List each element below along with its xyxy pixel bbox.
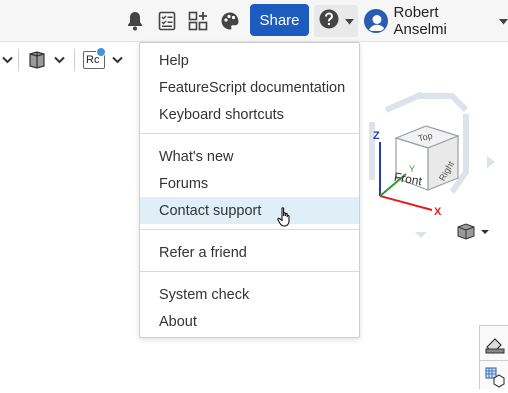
help-dropdown-menu: Help FeatureScript documentation Keyboar… — [139, 42, 360, 338]
tool-divider — [480, 360, 508, 361]
bell-icon[interactable] — [124, 10, 146, 32]
view-cube-menu-icon[interactable] — [456, 222, 490, 247]
menu-item-featurescript-docs[interactable]: FeatureScript documentation — [140, 74, 359, 101]
menu-item-contact-support[interactable]: Contact support — [140, 197, 359, 224]
chevron-down-icon[interactable] — [54, 50, 65, 70]
menu-item-help[interactable]: Help — [140, 47, 359, 74]
menu-item-forums[interactable]: Forums — [140, 170, 359, 197]
display-mode-icon[interactable] — [27, 50, 47, 70]
apps-icon[interactable] — [187, 10, 209, 32]
chevron-down-icon[interactable] — [2, 50, 13, 70]
menu-item-system-check[interactable]: System check — [140, 281, 359, 308]
palette-icon[interactable] — [219, 10, 241, 32]
chevron-down-icon[interactable] — [112, 50, 123, 70]
chevron-down-icon — [344, 12, 354, 30]
tasks-icon[interactable] — [156, 10, 178, 32]
rendering-icon[interactable]: Rc — [83, 47, 106, 70]
user-name: Robert Anselmi — [393, 4, 447, 38]
help-icon — [319, 9, 339, 34]
right-tool-strip — [479, 325, 508, 389]
avatar — [364, 9, 388, 33]
appearance-icon[interactable] — [484, 334, 506, 361]
menu-divider — [140, 133, 359, 134]
menu-item-refer-friend[interactable]: Refer a friend — [140, 239, 359, 266]
menu-item-about[interactable]: About — [140, 308, 359, 335]
hand-cursor-icon — [277, 206, 293, 233]
menu-item-whats-new[interactable]: What's new — [140, 143, 359, 170]
menu-divider — [140, 271, 359, 272]
menu-divider — [140, 229, 359, 230]
top-bar: Share Robert Anselmi — [0, 0, 508, 42]
axis-z-label: Z — [373, 130, 380, 142]
menu-item-keyboard-shortcuts[interactable]: Keyboard shortcuts — [140, 101, 359, 128]
graphics-toolbar: Rc — [0, 43, 140, 77]
share-button[interactable]: Share — [250, 4, 309, 36]
help-menu-button[interactable] — [314, 5, 358, 37]
chevron-down-icon — [499, 12, 508, 30]
toolbar-divider — [18, 49, 19, 71]
badge-icon — [96, 47, 106, 57]
view-cube[interactable]: Z X Y Top Front Right — [366, 91, 498, 242]
user-menu[interactable]: Robert Anselmi — [364, 4, 508, 38]
axis-x-label: X — [434, 206, 442, 218]
toolbar-divider — [74, 49, 75, 71]
